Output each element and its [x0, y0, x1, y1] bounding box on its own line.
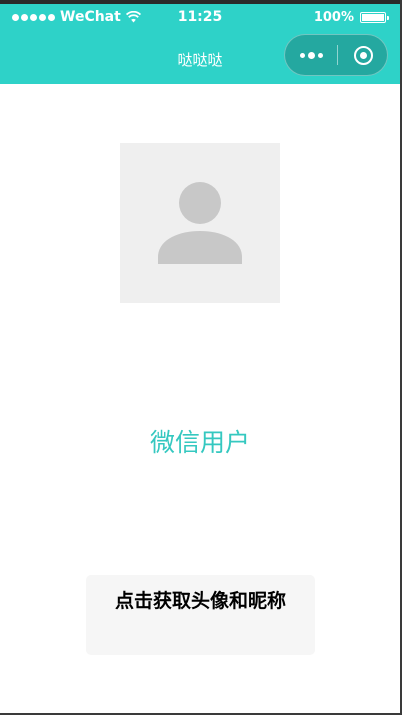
battery-icon	[360, 12, 389, 23]
avatar	[120, 143, 280, 303]
battery-percent: 100%	[313, 10, 354, 25]
more-button[interactable]	[285, 35, 337, 75]
more-icon	[299, 51, 323, 59]
status-battery: 100%	[313, 10, 389, 25]
navigation-bar: WeChat 11:25 100% 哒哒哒	[0, 0, 400, 84]
get-avatar-nickname-button[interactable]: 点击获取头像和昵称	[86, 575, 315, 655]
phone-screen: WeChat 11:25 100% 哒哒哒 微信用户 点击获取头像和昵称	[0, 0, 402, 715]
nickname-label: 微信用户	[149, 428, 250, 457]
target-icon	[353, 45, 373, 65]
default-user-icon	[158, 182, 242, 264]
close-mini-program-button[interactable]	[338, 35, 388, 75]
mini-program-capsule	[284, 34, 388, 76]
